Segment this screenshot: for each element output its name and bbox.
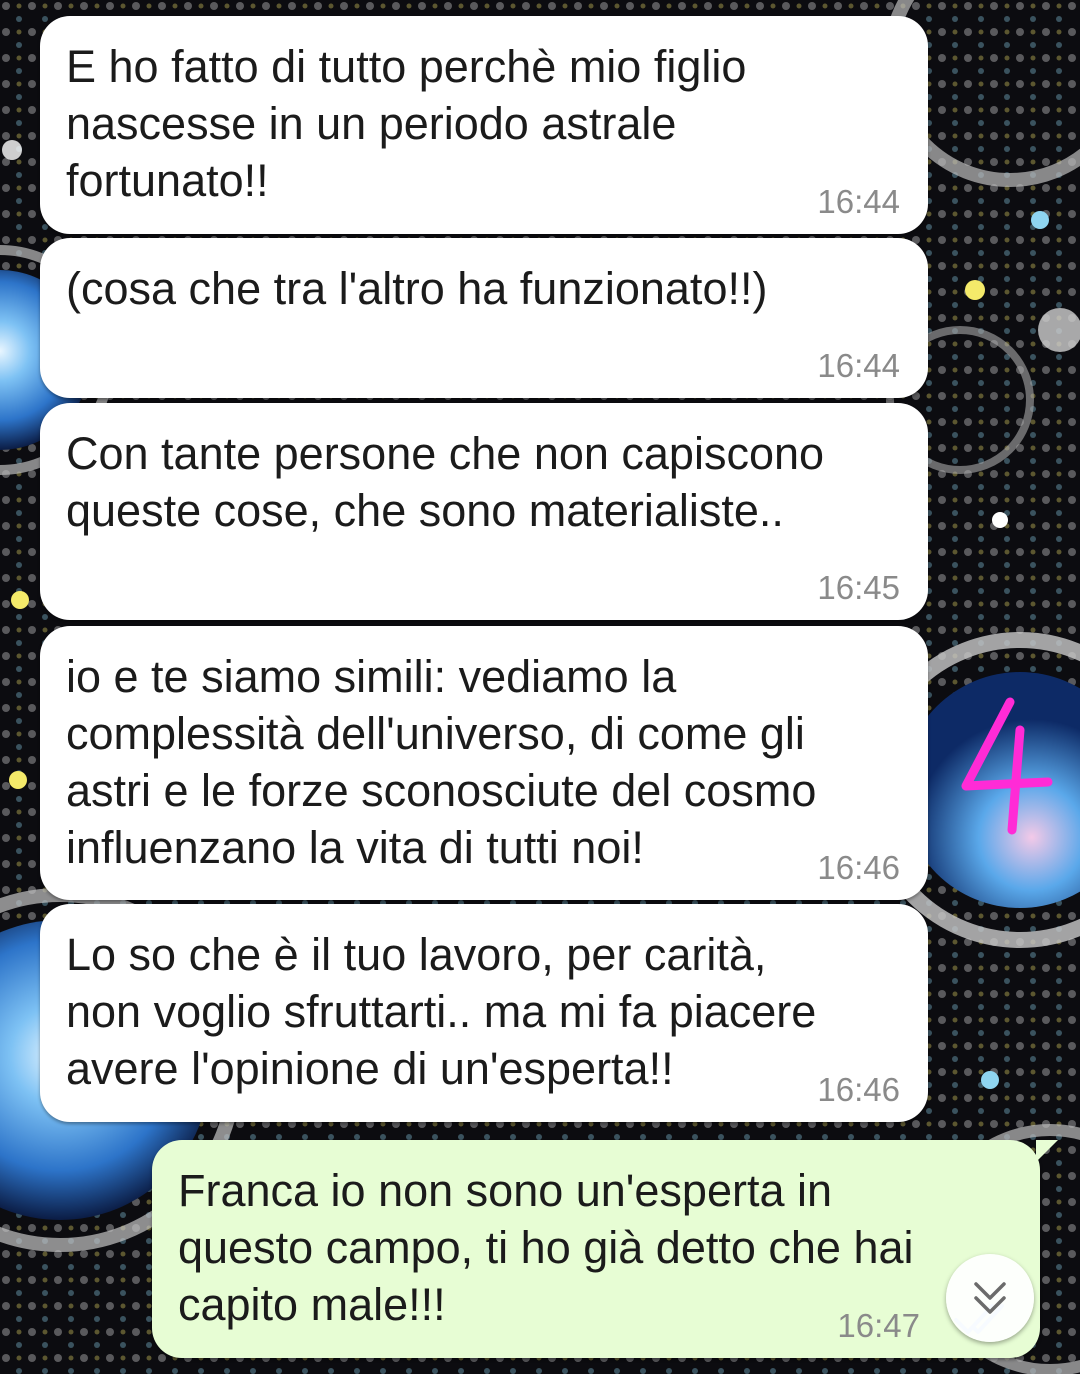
chat-message-list[interactable]: E ho fatto di tutto perchè mio figlio na…: [0, 0, 1080, 1374]
message-time: 16:45: [817, 569, 900, 606]
message-bubble-incoming[interactable]: io e te siamo simili: vediamo la comples…: [40, 626, 928, 900]
message-bubble-incoming[interactable]: Lo so che è il tuo lavoro, per carità, n…: [40, 904, 928, 1122]
message-bubble-incoming[interactable]: Con tante persone che non capiscono ques…: [40, 403, 928, 620]
message-time: 16:47: [837, 1307, 920, 1344]
double-chevron-down-icon: [974, 1282, 1006, 1314]
message-bubble-incoming[interactable]: E ho fatto di tutto perchè mio figlio na…: [40, 16, 928, 234]
outgoing-bubble-tail: [1036, 1140, 1058, 1162]
message-text: Lo so che è il tuo lavoro, per carità, n…: [66, 929, 817, 1094]
message-text: E ho fatto di tutto perchè mio figlio na…: [66, 41, 747, 206]
message-time: 16:44: [817, 183, 900, 220]
message-bubble-outgoing[interactable]: Franca io non sono un'esperta in questo …: [152, 1140, 1040, 1358]
message-time: 16:46: [817, 849, 900, 886]
message-time: 16:44: [817, 347, 900, 384]
message-text: Con tante persone che non capiscono ques…: [66, 428, 825, 536]
message-time: 16:46: [817, 1071, 900, 1108]
message-text: (cosa che tra l'altro ha funzionato!!): [66, 263, 768, 314]
message-bubble-incoming[interactable]: (cosa che tra l'altro ha funzionato!!) 1…: [40, 238, 928, 398]
message-text: io e te siamo simili: vediamo la comples…: [66, 651, 817, 873]
scroll-to-bottom-button[interactable]: [946, 1254, 1034, 1342]
